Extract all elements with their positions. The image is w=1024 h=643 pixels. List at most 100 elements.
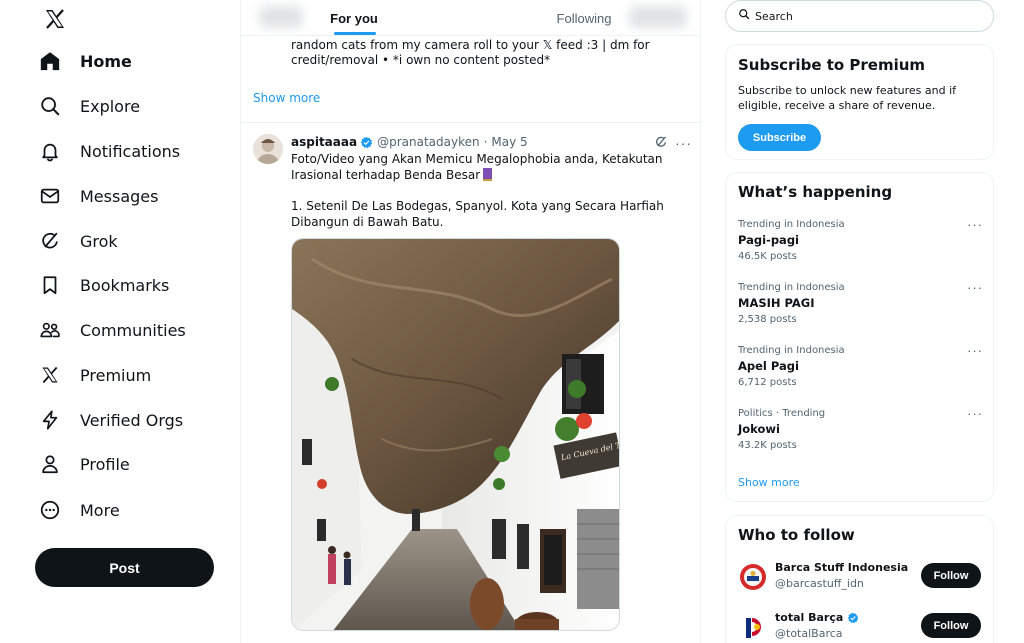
nav-label: More [80,500,120,520]
tweet[interactable]: aspitaaaa @pranatadayken · May 5 ··· Fot… [241,123,700,643]
nav-label: Notifications [80,141,181,161]
nav-label: Explore [80,96,141,116]
nav-home[interactable]: Home [36,41,132,81]
trend-count: 46.5K posts [738,251,797,262]
nav-label: Bookmarks [80,275,170,295]
verified-badge-icon [847,612,859,624]
follow-suggestion[interactable]: Barca Stuff Indonesia @barcastuff_idn Fo… [738,560,983,594]
search-icon [738,7,750,25]
subscribe-button[interactable]: Subscribe [738,124,821,151]
search-icon [36,92,64,120]
people-icon [36,316,64,344]
more-circle-icon [36,496,64,524]
trend-context: Trending in Indonesia [738,345,845,356]
who-to-follow-card: Who to follow Barca Stuff Indonesia @bar… [725,515,994,643]
premium-title: Subscribe to Premium [738,56,926,74]
more-horizontal-icon[interactable]: ··· [967,217,983,232]
nav-profile[interactable]: Profile [36,444,130,484]
tweet-author-handle[interactable]: @pranatadayken [377,135,480,149]
trend-topic: Jokowi [738,422,780,436]
active-tab-indicator [334,32,376,35]
post-button[interactable]: Post [35,548,214,587]
nav-verified-orgs[interactable]: Verified Orgs [36,400,183,440]
premium-card: Subscribe to Premium Subscribe to unlock… [725,44,994,160]
trend-item[interactable]: Trending in Indonesia MASIH PAGI 2,538 p… [738,280,983,338]
suggestion-name: Barca Stuff Indonesia [775,561,909,574]
bookmark-icon [36,271,64,299]
nav-label: Grok [80,231,118,251]
lightning-icon [36,406,64,434]
tab-for-you[interactable]: For you [326,0,382,36]
trend-context: Trending in Indonesia [738,219,845,230]
suggestion-name-row: total Barça [775,611,859,624]
nav-notifications[interactable]: Notifications [36,131,180,171]
trend-item[interactable]: Politics · Trending Jokowi 43.2K posts ·… [738,406,983,464]
nav-messages[interactable]: Messages [36,176,158,216]
nav-more[interactable]: More [36,490,120,530]
tweet-header: aspitaaaa @pranatadayken · May 5 [291,134,528,150]
suggestion-name: total Barça [775,611,844,624]
main-feed: For you Following random cats from my ca… [240,0,701,643]
suggestion-handle: @barcastuff_idn [775,577,864,590]
trend-context: Trending in Indonesia [738,282,845,293]
show-more-link[interactable]: Show more [738,476,800,489]
avatar[interactable] [253,134,283,164]
feed-tabs: For you Following [241,0,700,36]
verified-badge-icon [360,136,373,149]
envelope-icon [36,182,64,210]
nav-label: Communities [80,320,186,340]
book-emoji-icon [483,168,493,181]
nav-premium[interactable]: Premium [36,355,151,395]
tweet-text-line: Foto/Video yang Akan Memicu Megalophobia… [291,152,663,182]
follow-suggestion[interactable]: total Barça @totalBarca Follow [738,610,983,643]
avatar[interactable] [738,562,768,592]
search-placeholder: Search [755,9,793,23]
profile-bio-text: random cats from my camera roll to your … [291,38,650,67]
more-horizontal-icon[interactable]: ··· [675,135,692,151]
trending-card: What’s happening Trending in Indonesia P… [725,172,994,502]
x-logo-icon [36,361,64,389]
separator-dot: · [483,135,488,149]
trend-count: 2,538 posts [738,314,797,325]
tweet-author-name[interactable]: aspitaaaa [291,135,357,149]
tweet-text-line: 1. Setenil De Las Bodegas, Spanyol. Kota… [291,199,664,229]
trend-topic: MASIH PAGI [738,296,815,310]
nav-grok[interactable]: Grok [36,221,118,261]
avatar[interactable] [738,612,768,642]
trend-item[interactable]: Trending in Indonesia Apel Pagi 6,712 po… [738,343,983,401]
suggestion-handle: @totalBarca [775,627,843,640]
tweet-media-image[interactable]: La Cueva del Tuerto [291,238,620,631]
more-horizontal-icon[interactable]: ··· [967,343,983,358]
nav-label: Profile [80,454,130,474]
trend-topic: Pagi-pagi [738,233,799,247]
trend-item[interactable]: Trending in Indonesia Pagi-pagi 46.5K po… [738,217,983,275]
nav-bookmarks[interactable]: Bookmarks [36,265,169,305]
nav-explore[interactable]: Explore [36,86,140,126]
more-horizontal-icon[interactable]: ··· [967,280,983,295]
follow-button[interactable]: Follow [921,563,981,588]
home-icon [36,47,64,75]
search-input[interactable]: Search [725,0,994,32]
blurred-area [629,6,687,28]
left-sidebar: Home Explore Notifications Messages Grok… [0,0,240,643]
trend-count: 6,712 posts [738,377,797,388]
right-sidebar: Search Subscribe to Premium Subscribe to… [725,0,995,643]
who-to-follow-title: Who to follow [738,526,855,544]
person-icon [36,450,64,478]
tweet-date[interactable]: May 5 [491,135,527,149]
trend-topic: Apel Pagi [738,359,799,373]
tweet-text: Foto/Video yang Akan Memicu Megalophobia… [291,151,689,230]
nav-communities[interactable]: Communities [36,310,186,350]
nav-label: Home [80,51,132,71]
grok-icon [36,227,64,255]
nav-label: Verified Orgs [80,410,184,430]
trending-title: What’s happening [738,183,893,201]
bell-icon [36,137,64,165]
tab-following[interactable]: Following [551,0,617,36]
nav-label: Premium [80,365,152,385]
follow-button[interactable]: Follow [921,613,981,638]
blurred-area [259,6,303,28]
x-logo-icon[interactable] [40,4,70,34]
show-more-link[interactable]: Show more [253,91,320,105]
more-horizontal-icon[interactable]: ··· [967,406,983,421]
